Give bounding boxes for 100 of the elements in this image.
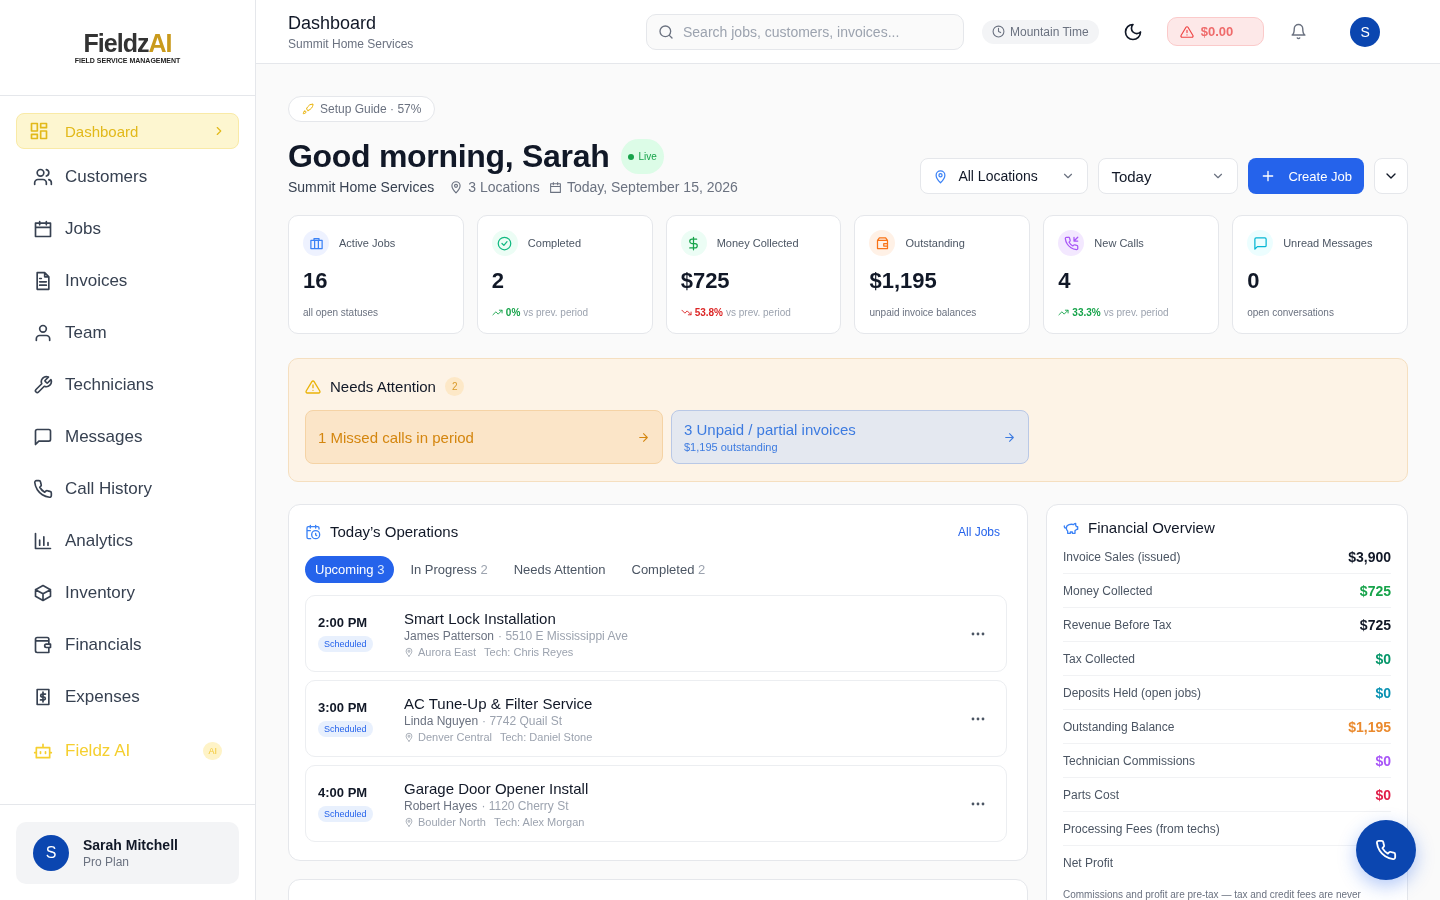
- count-badge: 2: [444, 377, 465, 396]
- more-options-button[interactable]: [1374, 158, 1408, 194]
- attention-title: 3 Unpaid / partial invoices: [684, 421, 857, 438]
- company-name: Summit Home Services: [288, 179, 435, 195]
- people-icon: [33, 167, 53, 187]
- filter-tab[interactable]: Completed 2: [621, 556, 716, 583]
- job-technician: Tech: Alex Morgan: [493, 815, 585, 828]
- stat-card[interactable]: Unread Messages 0 open conversations: [1232, 215, 1408, 334]
- location-pin-icon: [404, 731, 414, 742]
- location-pin-icon: [404, 646, 414, 657]
- sidebar-item[interactable]: Call History: [16, 465, 239, 513]
- trend-change: 53.8%: [694, 307, 723, 318]
- stat-value: 2: [491, 268, 506, 294]
- attention-item[interactable]: 3 Unpaid / partial invoices $1,195 outstanding: [671, 410, 1029, 464]
- setup-guide-chip[interactable]: Setup Guide · 57%: [288, 96, 436, 122]
- attention-detail: $1,195 outstanding: [684, 441, 779, 453]
- financial-value: $725: [1359, 582, 1391, 599]
- dollar-receipt-icon: [33, 687, 53, 707]
- create-job-button[interactable]: Create Job: [1248, 158, 1364, 194]
- job-technician: Tech: Chris Reyes: [484, 645, 574, 658]
- stat-value: 16: [303, 268, 329, 294]
- dots-icon: [971, 801, 985, 806]
- financial-value: $0: [1375, 650, 1391, 667]
- chat-icon: [1252, 235, 1268, 251]
- stat-card[interactable]: Money Collected $725 53.8% vs prev. period: [665, 215, 842, 334]
- sidebar-item[interactable]: Inventory: [16, 569, 239, 617]
- live-badge: Live: [621, 139, 664, 174]
- sidebar-item[interactable]: Technicians: [16, 361, 239, 409]
- timezone-chip[interactable]: Mountain Time: [982, 19, 1099, 44]
- financial-label: Technician Commissions: [1063, 753, 1196, 768]
- location-select[interactable]: All Locations: [920, 158, 1089, 194]
- attention-title: 1 Missed calls in period: [318, 428, 475, 446]
- financial-value: $3,900: [1348, 548, 1391, 565]
- chat-icon: [33, 427, 53, 447]
- job-address: · 1120 Cherry St: [481, 798, 569, 813]
- dots-icon: [971, 716, 985, 721]
- stat-card[interactable]: New Calls 4 33.3% vs prev. period: [1043, 215, 1220, 334]
- calendar-icon: [548, 180, 562, 194]
- job-area: Aurora East: [418, 645, 477, 658]
- stat-value: 4: [1058, 268, 1072, 294]
- stat-label: Unread Messages: [1283, 237, 1373, 249]
- period-select[interactable]: Today: [1098, 158, 1239, 194]
- customer-name: James Patterson: [404, 628, 495, 643]
- job-time: 3:00 PM: [318, 700, 368, 715]
- status-badge: Scheduled: [318, 636, 373, 652]
- financial-value: $0: [1375, 684, 1391, 701]
- filter-tab[interactable]: In Progress 2: [400, 556, 498, 583]
- sidebar-item[interactable]: Customers: [16, 153, 239, 201]
- current-date: Today, September 15, 2026: [566, 179, 738, 195]
- warning-icon: [1179, 24, 1194, 39]
- sidebar-item[interactable]: Jobs: [16, 205, 239, 253]
- job-title: Smart Lock Installation: [404, 609, 557, 627]
- trend-change: 0%: [505, 307, 521, 318]
- job-card[interactable]: 2:00 PM Scheduled Smart Lock Installation James Patterson · 5510 E Mississippi Ave Aurora East Tech: Chris Reyes: [305, 595, 1007, 672]
- trend-up-icon: [1058, 307, 1070, 318]
- card-title: Financial Overview: [1088, 519, 1216, 536]
- sidebar-item[interactable]: Financials: [16, 621, 239, 669]
- panel-title: Needs Attention: [330, 378, 436, 395]
- sidebar-item[interactable]: Team: [16, 309, 239, 357]
- phone-icon: [33, 479, 53, 499]
- financial-label: Tax Collected: [1063, 651, 1136, 666]
- clock-icon: [992, 25, 1005, 38]
- stat-card[interactable]: Active Jobs 16 all open statuses: [288, 215, 464, 334]
- trend-comparison: vs prev. period: [523, 307, 589, 318]
- calendar-icon: [33, 219, 53, 239]
- search-field[interactable]: Search jobs, customers, invoices...: [646, 13, 964, 50]
- job-time: 2:00 PM: [318, 615, 368, 630]
- trend-down-icon: [680, 307, 692, 318]
- arrow-right-icon: [1003, 430, 1016, 444]
- status-badge: Scheduled: [318, 721, 373, 737]
- wallet-icon: [33, 635, 53, 655]
- sidebar-item[interactable]: Expenses: [16, 673, 239, 721]
- stat-note: open conversations: [1247, 307, 1335, 318]
- user-avatar: S: [33, 835, 69, 871]
- grid-icon: [29, 121, 49, 141]
- stat-label: Outstanding: [905, 237, 965, 249]
- job-card[interactable]: 3:00 PM Scheduled AC Tune-Up & Filter Service Linda Nguyen · 7742 Quail St Denver Central Tech: Daniel Stone: [305, 680, 1007, 757]
- account-avatar[interactable]: S: [1350, 16, 1381, 47]
- locations-count: 3 Locations: [468, 179, 540, 195]
- filter-tab[interactable]: Needs Attention: [503, 556, 616, 583]
- stat-value: $725: [680, 268, 731, 294]
- person-icon: [33, 323, 53, 343]
- page-subtitle: Summit Home Services: [288, 36, 415, 51]
- all-jobs-link[interactable]: All Jobs: [957, 524, 1000, 539]
- stat-card[interactable]: Completed 2 0% vs prev. period: [476, 215, 653, 334]
- job-title: AC Tune-Up & Filter Service: [404, 694, 594, 712]
- job-title: Garage Door Opener Install: [404, 779, 590, 797]
- sidebar-item[interactable]: Messages: [16, 413, 239, 461]
- trend-comparison: vs prev. period: [726, 307, 791, 318]
- bar-chart-icon: [33, 531, 53, 551]
- dots-icon: [971, 631, 985, 636]
- stat-value: 0: [1247, 268, 1261, 294]
- job-card[interactable]: 4:00 PM Scheduled Garage Door Opener Install Robert Hayes · 1120 Cherry St Boulder North Tech: Alex Morgan: [305, 765, 1007, 842]
- sidebar-item[interactable]: Invoices: [16, 257, 239, 305]
- arrow-right-icon: [637, 430, 650, 444]
- sidebar-item[interactable]: Analytics: [16, 517, 239, 565]
- user-name: Sarah Mitchell: [83, 837, 178, 853]
- filter-tab[interactable]: Upcoming 3: [305, 556, 395, 583]
- user-profile-card[interactable]: S Sarah Mitchell Pro Plan: [16, 822, 239, 884]
- stat-card[interactable]: Outstanding $1,195 unpaid invoice balances: [854, 215, 1031, 334]
